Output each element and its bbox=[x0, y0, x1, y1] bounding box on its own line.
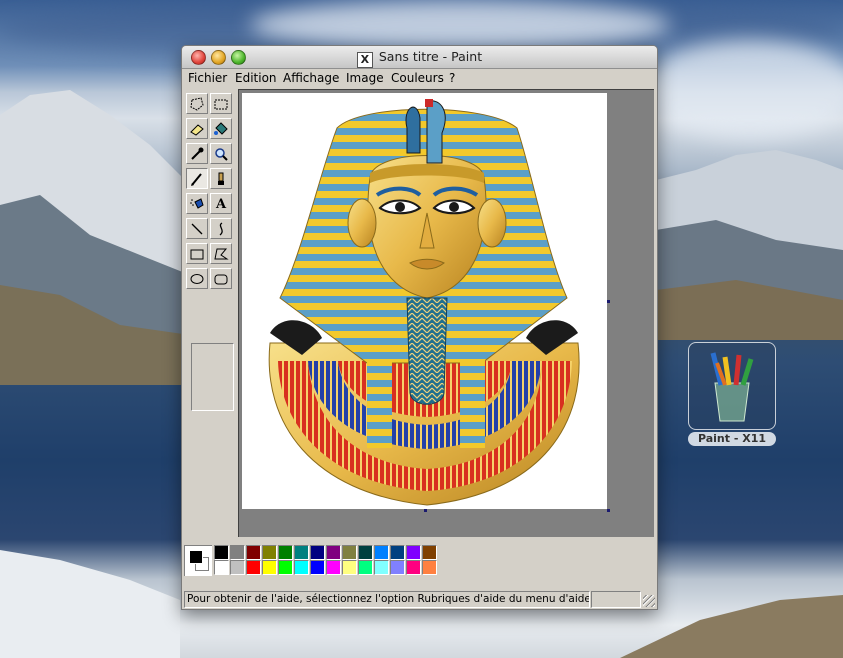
status-help-text: Pour obtenir de l'aide, sélectionnez l'o… bbox=[184, 591, 590, 608]
palette-swatch[interactable] bbox=[214, 560, 229, 575]
palette-swatch[interactable] bbox=[390, 545, 405, 560]
color-picker-icon bbox=[191, 147, 204, 160]
palette-swatch[interactable] bbox=[262, 560, 277, 575]
app-icon-label: Paint - X11 bbox=[688, 432, 776, 446]
line-tool[interactable] bbox=[186, 218, 208, 239]
resize-grip-icon[interactable] bbox=[643, 595, 655, 607]
pencil-icon bbox=[191, 173, 202, 186]
pharaoh-mask-image bbox=[268, 99, 580, 506]
desktop-mountains-right bbox=[656, 150, 843, 340]
free-select-icon bbox=[190, 97, 204, 111]
eraser-icon bbox=[190, 124, 204, 136]
menu-image[interactable]: Image bbox=[346, 71, 384, 85]
color-picker-tool[interactable] bbox=[186, 143, 208, 164]
line-icon bbox=[191, 223, 203, 235]
tool-options-panel[interactable] bbox=[191, 343, 234, 411]
palette-swatch[interactable] bbox=[358, 560, 373, 575]
paint-window: X Sans titre - Paint Fichier Edition Affi… bbox=[181, 45, 658, 610]
palette-swatch[interactable] bbox=[422, 560, 437, 575]
palette-swatch[interactable] bbox=[262, 545, 277, 560]
resize-handle-right[interactable] bbox=[607, 300, 610, 303]
paint-brushes-icon bbox=[710, 352, 754, 422]
drawing-canvas[interactable] bbox=[242, 93, 610, 512]
palette-swatch[interactable] bbox=[310, 560, 325, 575]
palette-swatch[interactable] bbox=[214, 545, 229, 560]
palette-swatch[interactable] bbox=[326, 560, 341, 575]
palette-swatch[interactable] bbox=[390, 560, 405, 575]
fill-bucket-tool[interactable] bbox=[210, 118, 232, 139]
status-coordinates bbox=[591, 591, 641, 608]
window-title-wrap: X Sans titre - Paint bbox=[182, 49, 657, 68]
ellipse-icon bbox=[190, 274, 204, 284]
fill-bucket-icon bbox=[214, 122, 228, 135]
window-title: Sans titre - Paint bbox=[378, 49, 483, 64]
palette-swatch[interactable] bbox=[278, 545, 293, 560]
free-select-tool[interactable] bbox=[186, 93, 208, 114]
resize-handle-corner[interactable] bbox=[607, 509, 610, 512]
rectangle-tool[interactable] bbox=[186, 243, 208, 264]
palette-swatch[interactable] bbox=[294, 560, 309, 575]
title-bar[interactable]: X Sans titre - Paint bbox=[182, 46, 657, 69]
menu-fichier[interactable]: Fichier bbox=[188, 71, 227, 85]
curve-tool[interactable] bbox=[210, 218, 232, 239]
palette-swatch[interactable] bbox=[342, 545, 357, 560]
polygon-tool[interactable] bbox=[210, 243, 232, 264]
palette-swatch[interactable] bbox=[374, 545, 389, 560]
palette-swatch[interactable] bbox=[342, 560, 357, 575]
text-icon: A bbox=[215, 197, 227, 212]
status-bar: Pour obtenir de l'aide, sélectionnez l'o… bbox=[182, 589, 657, 609]
palette-swatch[interactable] bbox=[406, 560, 421, 575]
brush-icon bbox=[218, 172, 224, 185]
palette-swatch[interactable] bbox=[230, 545, 245, 560]
magnifier-icon bbox=[215, 148, 228, 161]
desktop-app-icon[interactable]: Paint - X11 bbox=[688, 342, 776, 450]
rectangle-icon bbox=[190, 249, 204, 260]
toolbox: A bbox=[184, 91, 236, 411]
eraser-tool[interactable] bbox=[186, 118, 208, 139]
curve-icon bbox=[219, 222, 223, 236]
app-icon-frame bbox=[688, 342, 776, 430]
palette-swatch[interactable] bbox=[278, 560, 293, 575]
brush-tool[interactable] bbox=[210, 168, 232, 189]
palette-swatch[interactable] bbox=[294, 545, 309, 560]
rect-select-icon bbox=[214, 99, 228, 110]
rounded-rect-tool[interactable] bbox=[210, 268, 232, 289]
foreground-color[interactable] bbox=[189, 550, 203, 564]
menu-help[interactable]: ? bbox=[449, 71, 455, 85]
color-palette bbox=[182, 541, 657, 581]
menu-couleurs[interactable]: Couleurs bbox=[391, 71, 444, 85]
menu-affichage[interactable]: Affichage bbox=[283, 71, 339, 85]
magnifier-tool[interactable] bbox=[210, 143, 232, 164]
desktop-mountains-left bbox=[0, 90, 190, 385]
rect-select-tool[interactable] bbox=[210, 93, 232, 114]
palette-swatch[interactable] bbox=[230, 560, 245, 575]
rounded-rect-icon bbox=[214, 274, 228, 285]
resize-handle-bottom[interactable] bbox=[424, 509, 427, 512]
text-tool[interactable]: A bbox=[210, 193, 232, 214]
canvas-workspace[interactable] bbox=[238, 89, 654, 537]
airbrush-tool[interactable] bbox=[186, 193, 208, 214]
x11-icon: X bbox=[356, 52, 373, 68]
polygon-icon bbox=[214, 248, 229, 260]
airbrush-icon bbox=[190, 198, 204, 209]
palette-swatch[interactable] bbox=[246, 560, 261, 575]
palette-swatch[interactable] bbox=[406, 545, 421, 560]
palette-swatch[interactable] bbox=[422, 545, 437, 560]
menu-bar: Fichier Edition Affichage Image Couleurs… bbox=[182, 69, 657, 87]
palette-swatch[interactable] bbox=[374, 560, 389, 575]
current-colors[interactable] bbox=[184, 545, 212, 576]
pencil-tool[interactable] bbox=[186, 168, 208, 189]
palette-swatch[interactable] bbox=[358, 545, 373, 560]
palette-swatch[interactable] bbox=[246, 545, 261, 560]
ellipse-tool[interactable] bbox=[186, 268, 208, 289]
palette-swatch[interactable] bbox=[326, 545, 341, 560]
palette-swatch[interactable] bbox=[310, 545, 325, 560]
menu-edition[interactable]: Edition bbox=[235, 71, 277, 85]
